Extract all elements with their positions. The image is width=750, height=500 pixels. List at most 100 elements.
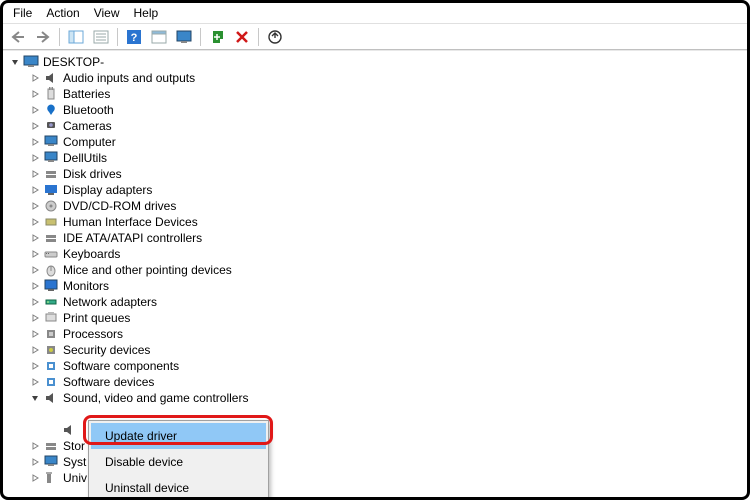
enable-icon (210, 30, 224, 44)
tree-category[interactable]: Computer (29, 134, 747, 150)
export-list-button[interactable] (90, 26, 112, 48)
menu-file[interactable]: File (7, 4, 38, 22)
tree-category[interactable]: Software devices (29, 374, 747, 390)
tree-category[interactable]: Batteries (29, 86, 747, 102)
chevron-down-icon[interactable] (9, 56, 21, 68)
tree-category-label: DVD/CD-ROM drives (63, 198, 176, 214)
menu-help[interactable]: Help (128, 4, 165, 22)
tree-category[interactable]: Keyboards (29, 246, 747, 262)
toolbar: ? (3, 24, 747, 50)
tree-category[interactable]: Print queues (29, 310, 747, 326)
tree-category-label: Disk drives (63, 166, 122, 182)
tree-category-label: Bluetooth (63, 102, 114, 118)
category-icon (43, 438, 59, 454)
chevron-right-icon[interactable] (29, 456, 41, 468)
tree-category[interactable]: IDE ATA/ATAPI controllers (29, 230, 747, 246)
tree-category-label: DellUtils (63, 150, 107, 166)
chevron-right-icon[interactable] (29, 248, 41, 260)
chevron-right-icon[interactable] (29, 376, 41, 388)
chevron-right-icon[interactable] (29, 264, 41, 276)
window-icon (151, 29, 167, 45)
chevron-right-icon[interactable] (29, 152, 41, 164)
tree-category[interactable]: Audio inputs and outputs (29, 70, 747, 86)
tree-category[interactable]: Sound, video and game controllers (29, 390, 747, 406)
chevron-right-icon[interactable] (29, 440, 41, 452)
chevron-right-icon[interactable] (29, 120, 41, 132)
show-hide-tree-button[interactable] (65, 26, 87, 48)
tree-category-label: Print queues (63, 310, 130, 326)
tree-category[interactable]: Mice and other pointing devices (29, 262, 747, 278)
chevron-right-icon[interactable] (29, 136, 41, 148)
tree-category[interactable]: Bluetooth (29, 102, 747, 118)
chevron-right-icon[interactable] (29, 232, 41, 244)
tree-root[interactable]: DESKTOP- (9, 54, 747, 70)
category-icon (43, 182, 59, 198)
chevron-right-icon[interactable] (29, 280, 41, 292)
tree-category[interactable]: Network adapters (29, 294, 747, 310)
chevron-right-icon[interactable] (29, 360, 41, 372)
help-button[interactable]: ? (123, 26, 145, 48)
action-button[interactable] (148, 26, 170, 48)
category-icon (43, 342, 59, 358)
category-icon (43, 390, 59, 406)
category-icon (43, 198, 59, 214)
chevron-right-icon[interactable] (29, 312, 41, 324)
chevron-down-icon[interactable] (29, 392, 41, 404)
menu-view[interactable]: View (88, 4, 126, 22)
tree-category[interactable]: DellUtils (29, 150, 747, 166)
tree-root-label: DESKTOP- (43, 54, 104, 70)
tree-category-label: Keyboards (63, 246, 120, 262)
chevron-right-icon[interactable] (29, 296, 41, 308)
chevron-right-icon[interactable] (29, 72, 41, 84)
category-icon (43, 214, 59, 230)
tree-category[interactable]: Software components (29, 358, 747, 374)
chevron-right-icon[interactable] (29, 328, 41, 340)
arrow-right-icon (36, 31, 50, 43)
category-icon (43, 134, 59, 150)
back-button[interactable] (7, 26, 29, 48)
category-icon (43, 454, 59, 470)
category-icon (43, 70, 59, 86)
chevron-right-icon[interactable] (29, 200, 41, 212)
tree-category[interactable]: Display adapters (29, 182, 747, 198)
cm-update-driver[interactable]: Update driver (91, 423, 266, 449)
monitor-scan-icon (176, 29, 192, 45)
context-menu: Update driver Disable device Uninstall d… (88, 420, 269, 498)
cm-uninstall-device[interactable]: Uninstall device (91, 475, 266, 498)
chevron-right-icon[interactable] (29, 344, 41, 356)
chevron-right-icon[interactable] (29, 104, 41, 116)
chevron-right-icon[interactable] (29, 216, 41, 228)
chevron-right-icon[interactable] (29, 472, 41, 484)
menu-action[interactable]: Action (40, 4, 85, 22)
tree-category-label: Stor (63, 438, 85, 454)
forward-button[interactable] (32, 26, 54, 48)
tree-category-label: Univ (63, 470, 87, 486)
tree-category[interactable]: Disk drives (29, 166, 747, 182)
enable-button[interactable] (206, 26, 228, 48)
arrow-left-icon (11, 31, 25, 43)
tree-category-label: Human Interface Devices (63, 214, 198, 230)
tree-category-label: IDE ATA/ATAPI controllers (63, 230, 202, 246)
category-icon (43, 262, 59, 278)
tree-category[interactable]: Cameras (29, 118, 747, 134)
tree-category[interactable]: Security devices (29, 342, 747, 358)
chevron-right-icon[interactable] (29, 88, 41, 100)
category-icon (43, 230, 59, 246)
chevron-right-icon[interactable] (29, 168, 41, 180)
update-driver-tool-button[interactable] (264, 26, 286, 48)
tree-category-label: Security devices (63, 342, 150, 358)
uninstall-button[interactable] (231, 26, 253, 48)
tree-category[interactable]: DVD/CD-ROM drives (29, 198, 747, 214)
category-icon (43, 150, 59, 166)
cm-disable-device[interactable]: Disable device (91, 449, 266, 475)
category-icon (43, 278, 59, 294)
tree-category[interactable]: Monitors (29, 278, 747, 294)
tree-category[interactable]: Human Interface Devices (29, 214, 747, 230)
device-tree[interactable]: DESKTOP- Audio inputs and outputsBatteri… (3, 50, 747, 498)
help-icon: ? (126, 29, 142, 45)
chevron-right-icon[interactable] (29, 184, 41, 196)
tree-category-label: Network adapters (63, 294, 157, 310)
tree-category-label: Mice and other pointing devices (63, 262, 232, 278)
tree-category[interactable]: Processors (29, 326, 747, 342)
scan-hardware-button[interactable] (173, 26, 195, 48)
